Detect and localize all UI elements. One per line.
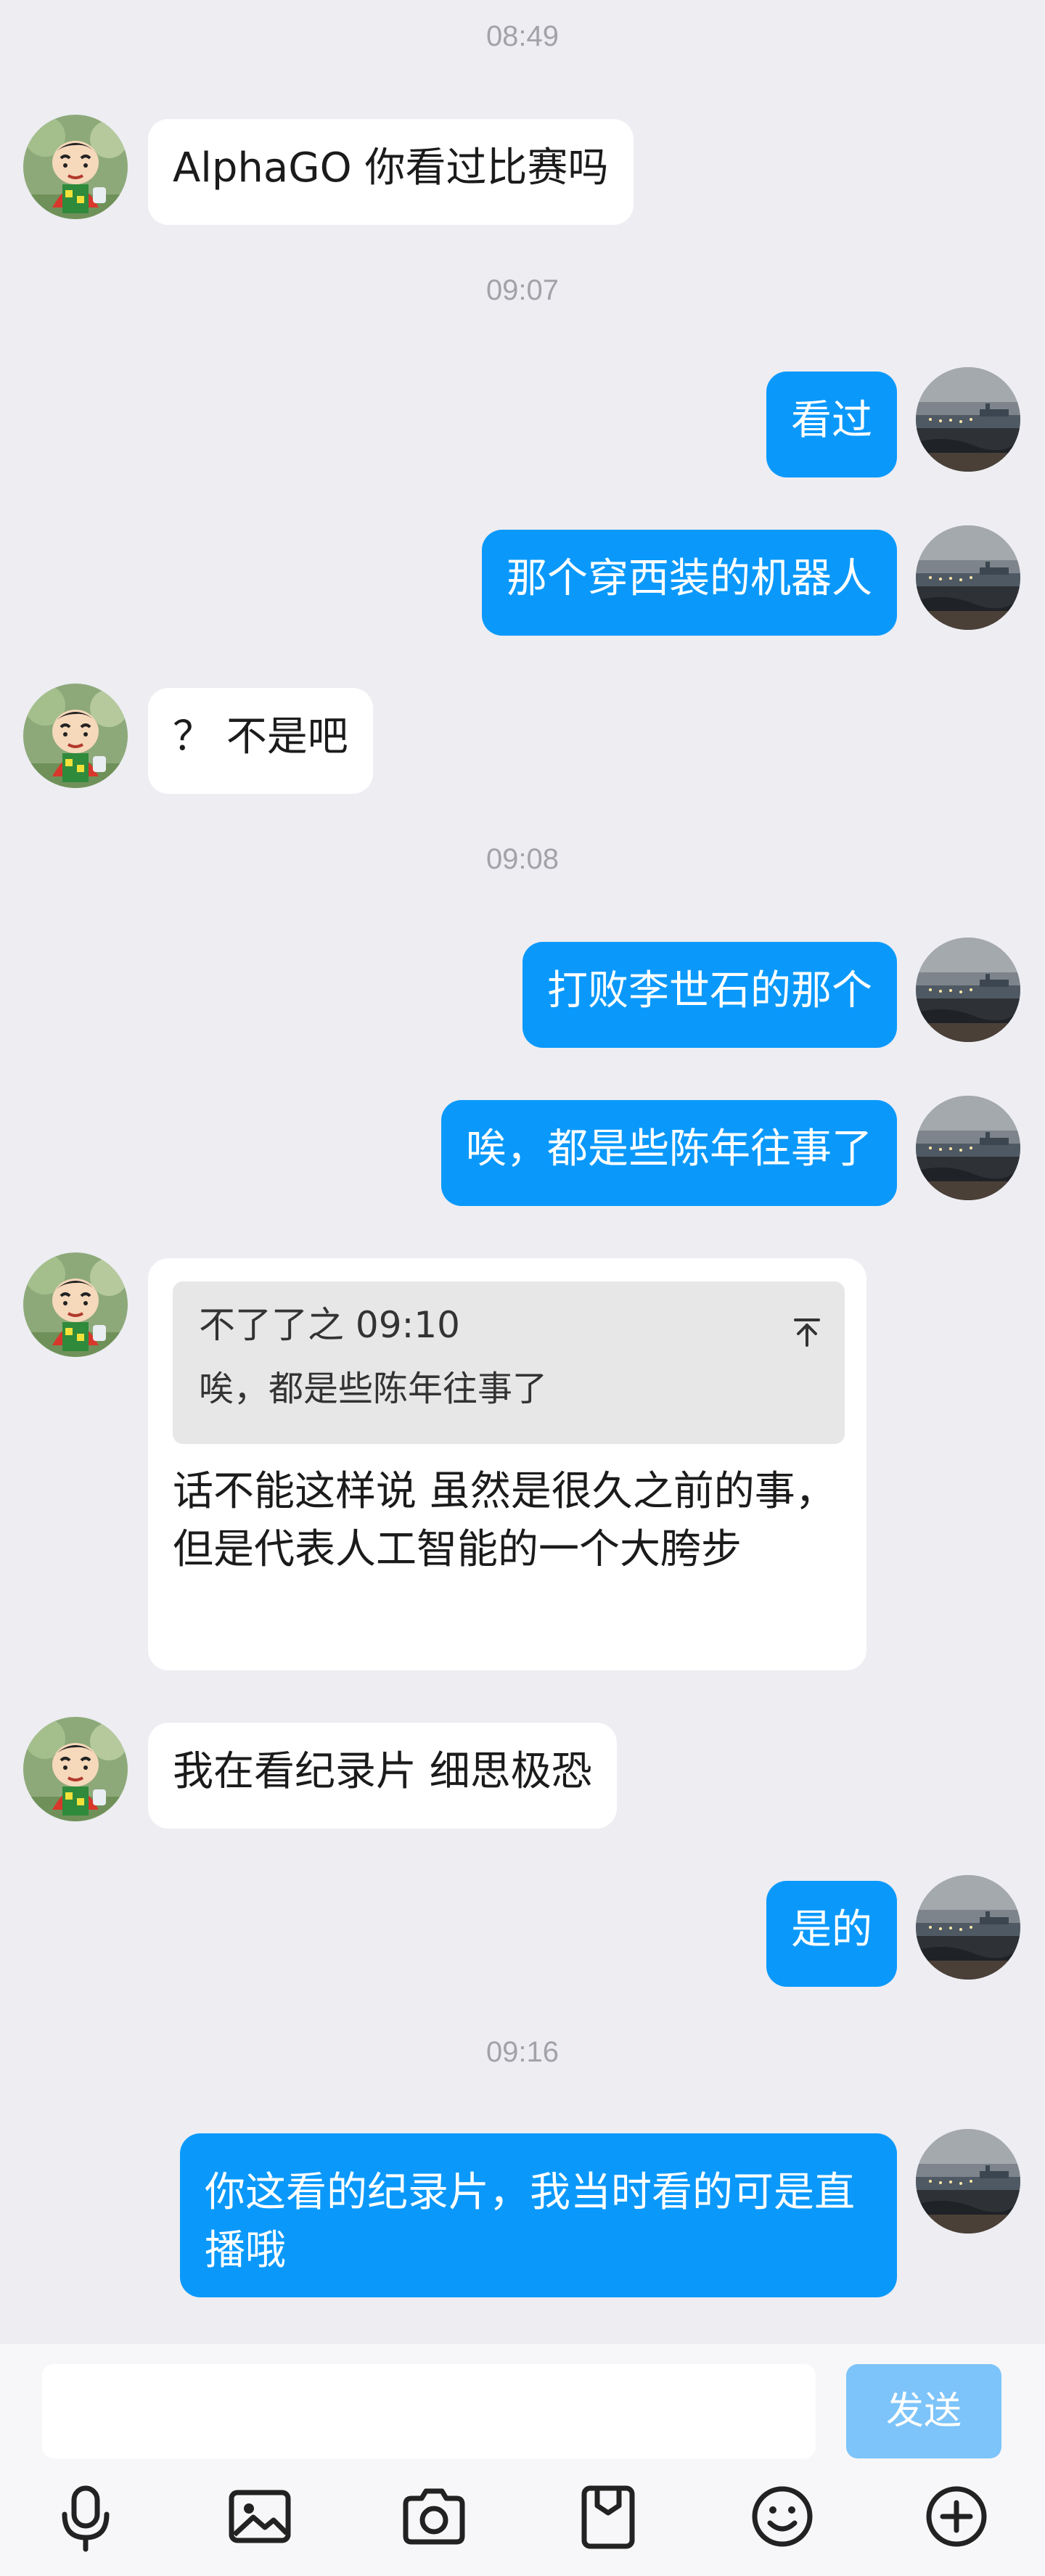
message-text: 我在看纪录片 细思极恐 [173,1748,592,1795]
jump-to-top-icon[interactable] [791,1309,823,1361]
message-bubble-outgoing[interactable]: 是的 [766,1881,897,1987]
timestamp: 09:16 [485,2036,560,2068]
message-input[interactable] [42,2364,816,2458]
image-icon[interactable] [220,2477,300,2556]
timestamp: 08:49 [485,20,560,52]
message-text: 你这看的纪录片，我当时看的可是直播哦 [205,2169,855,2274]
contact-avatar[interactable] [23,1252,128,1357]
message-bubble-incoming[interactable]: ？ 不是吧 [148,688,373,794]
message-text: 话不能这样说 虽然是很久之前的事，但是代表人工智能的一个大胯步 [173,1468,836,1573]
camera-icon[interactable] [394,2477,474,2556]
message-text: AlphaGO 你看过比赛吗 [173,144,609,192]
message-bubble-outgoing[interactable]: 打败李世石的那个 [522,942,897,1048]
message-bubble-outgoing[interactable]: 那个穿西装的机器人 [482,530,897,636]
message-text: 看过 [791,397,872,444]
composer-bar: 发送 [0,2344,1045,2576]
microphone-icon[interactable] [46,2477,126,2556]
message-text: 那个穿西装的机器人 [507,555,872,602]
file-icon[interactable] [568,2477,648,2556]
reply-message-bubble[interactable]: 不了了之 09:10 唉，都是些陈年往事了 话不能这样说 虽然是很久之前的事，但… [148,1258,866,1670]
my-avatar[interactable] [916,1875,1020,1980]
contact-avatar[interactable] [23,1717,128,1821]
timestamp: 09:08 [485,843,560,875]
message-text: 唉，都是些陈年往事了 [466,1125,872,1173]
plus-icon[interactable] [917,2477,996,2556]
chat-area[interactable]: 08:49 AlphaGO 你看过比赛吗 09:07 看过 那个穿西装的机器人 … [0,0,1045,2344]
my-avatar[interactable] [916,2129,1020,2234]
my-avatar[interactable] [916,1096,1020,1200]
send-button[interactable]: 发送 [846,2364,1001,2458]
timestamp: 09:07 [485,274,560,306]
message-bubble-outgoing[interactable]: 唉，都是些陈年往事了 [441,1100,897,1206]
quoted-text: 唉，都是些陈年往事了 [199,1369,548,1409]
message-bubble-incoming[interactable]: 我在看纪录片 细思极恐 [148,1723,617,1829]
message-bubble-incoming[interactable]: AlphaGO 你看过比赛吗 [148,119,634,225]
contact-avatar[interactable] [23,115,128,219]
contact-avatar[interactable] [23,684,128,788]
message-text: 打败李世石的那个 [547,967,872,1014]
my-avatar[interactable] [916,525,1020,630]
my-avatar[interactable] [916,938,1020,1042]
message-text: ？ 不是吧 [173,713,348,760]
quoted-message[interactable]: 不了了之 09:10 唉，都是些陈年往事了 [173,1281,845,1444]
message-bubble-outgoing[interactable]: 你这看的纪录片，我当时看的可是直播哦 [180,2133,897,2297]
emoji-icon[interactable] [742,2477,822,2556]
my-avatar[interactable] [916,367,1020,472]
quoted-author-time: 不了了之 09:10 [199,1304,460,1346]
message-text: 是的 [791,1906,872,1953]
message-bubble-outgoing[interactable]: 看过 [766,372,897,477]
